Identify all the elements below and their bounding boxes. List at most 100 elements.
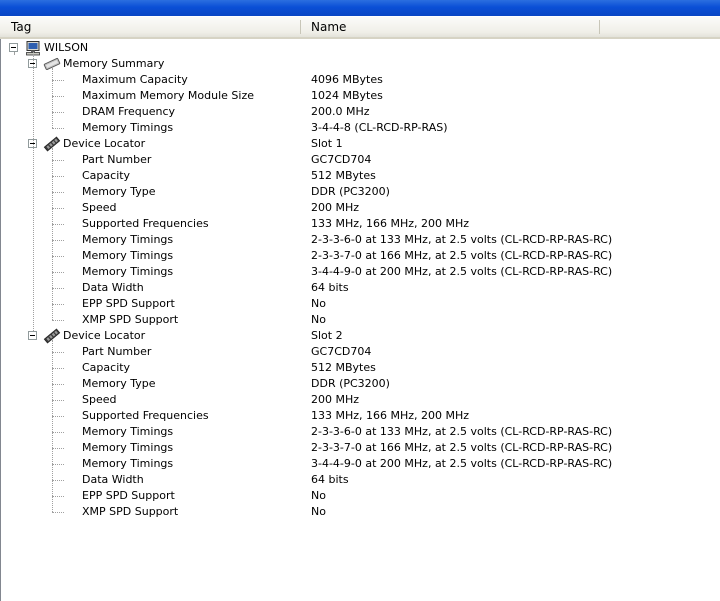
property-tag: Capacity <box>82 169 131 182</box>
column-separator[interactable] <box>300 20 301 34</box>
column-header-tag[interactable]: Tag <box>11 17 31 37</box>
property-row[interactable]: Memory Timings 3-4-4-9-0 at 200 MHz, at … <box>0 264 720 280</box>
property-row[interactable]: Speed 200 MHz <box>0 392 720 408</box>
property-row[interactable]: DRAM Frequency 200.0 MHz <box>0 104 720 120</box>
property-value: 133 MHz, 166 MHz, 200 MHz <box>311 217 470 230</box>
property-row[interactable]: EPP SPD Support No <box>0 296 720 312</box>
property-row[interactable]: Memory Timings 2-3-3-7-0 at 166 MHz, at … <box>0 248 720 264</box>
property-value: GC7CD704 <box>311 153 372 166</box>
property-value: 2-3-3-7-0 at 166 MHz, at 2.5 volts (CL-R… <box>311 249 613 262</box>
property-tag: XMP SPD Support <box>82 313 179 326</box>
property-value: DDR (PC3200) <box>311 377 390 390</box>
property-value: 64 bits <box>311 473 349 486</box>
property-tag: Part Number <box>82 153 152 166</box>
tree-line <box>14 52 15 54</box>
window-title-bar[interactable] <box>0 0 720 16</box>
property-tag: Data Width <box>82 473 144 486</box>
property-row[interactable]: Maximum Memory Module Size 1024 MBytes <box>0 88 720 104</box>
property-tag: Memory Timings <box>82 265 174 278</box>
property-value: No <box>311 505 326 518</box>
property-row[interactable]: EPP SPD Support No <box>0 488 720 504</box>
property-tag: Speed <box>82 393 117 406</box>
property-tag: DRAM Frequency <box>82 105 176 118</box>
property-value: 3-4-4-8 (CL-RCD-RP-RAS) <box>311 121 448 134</box>
property-value: 200 MHz <box>311 393 360 406</box>
property-row[interactable]: Memory Timings 3-4-4-8 (CL-RCD-RP-RAS) <box>0 120 720 136</box>
column-header: Tag Name <box>0 17 720 39</box>
tree-line <box>52 68 53 128</box>
property-tag: Memory Type <box>82 185 156 198</box>
tree-node-value: Slot 2 <box>311 329 343 342</box>
property-row[interactable]: Part Number GC7CD704 <box>0 344 720 360</box>
tree-node-memory-summary[interactable]: Memory Summary <box>0 56 720 72</box>
property-value: 2-3-3-6-0 at 133 MHz, at 2.5 volts (CL-R… <box>311 233 613 246</box>
property-value: 2-3-3-7-0 at 166 MHz, at 2.5 volts (CL-R… <box>311 441 613 454</box>
tree-node-device-locator[interactable]: Device Locator Slot 2 <box>0 328 720 344</box>
property-value: No <box>311 297 326 310</box>
column-separator[interactable] <box>599 20 600 34</box>
property-value: 2-3-3-6-0 at 133 MHz, at 2.5 volts (CL-R… <box>311 425 613 438</box>
tree-node-root[interactable]: WILSON <box>0 40 720 56</box>
property-value: 200.0 MHz <box>311 105 370 118</box>
property-tag: Memory Timings <box>82 233 174 246</box>
property-tag: EPP SPD Support <box>82 489 175 502</box>
property-row[interactable]: Maximum Capacity 4096 MBytes <box>0 72 720 88</box>
property-value: 4096 MBytes <box>311 73 383 86</box>
tree-line <box>52 148 53 320</box>
tree-node-label: WILSON <box>44 41 89 54</box>
property-row[interactable]: Memory Timings 2-3-3-6-0 at 133 MHz, at … <box>0 232 720 248</box>
property-value: 133 MHz, 166 MHz, 200 MHz <box>311 409 470 422</box>
property-row[interactable]: Data Width 64 bits <box>0 472 720 488</box>
property-tag: Memory Timings <box>82 441 174 454</box>
property-value: DDR (PC3200) <box>311 185 390 198</box>
property-row[interactable]: Capacity 512 MBytes <box>0 168 720 184</box>
tree-node-label: Memory Summary <box>63 57 165 70</box>
property-row[interactable]: Memory Timings 2-3-3-6-0 at 133 MHz, at … <box>0 424 720 440</box>
property-value: 200 MHz <box>311 201 360 214</box>
property-row[interactable]: Memory Timings 2-3-3-7-0 at 166 MHz, at … <box>0 440 720 456</box>
property-tag: Memory Timings <box>82 457 174 470</box>
collapse-toggle[interactable] <box>28 331 37 340</box>
column-header-name[interactable]: Name <box>311 17 346 37</box>
tree-node-label: Device Locator <box>63 329 146 342</box>
tree-node-device-locator[interactable]: Device Locator Slot 1 <box>0 136 720 152</box>
property-value: 64 bits <box>311 281 349 294</box>
property-row[interactable]: Memory Timings 3-4-4-9-0 at 200 MHz, at … <box>0 456 720 472</box>
tree-line <box>52 340 53 512</box>
tree-line <box>33 52 34 331</box>
property-tag: Supported Frequencies <box>82 409 209 422</box>
property-row[interactable]: Speed 200 MHz <box>0 200 720 216</box>
property-value: 1024 MBytes <box>311 89 383 102</box>
property-value: 512 MBytes <box>311 361 376 374</box>
property-value: 3-4-4-9-0 at 200 MHz, at 2.5 volts (CL-R… <box>311 265 613 278</box>
property-row[interactable]: XMP SPD Support No <box>0 312 720 328</box>
collapse-toggle[interactable] <box>9 43 18 52</box>
property-tag: EPP SPD Support <box>82 297 175 310</box>
property-row[interactable]: Capacity 512 MBytes <box>0 360 720 376</box>
property-value: GC7CD704 <box>311 345 372 358</box>
property-row[interactable]: Data Width 64 bits <box>0 280 720 296</box>
property-row[interactable]: XMP SPD Support No <box>0 504 720 520</box>
property-tag: Memory Type <box>82 377 156 390</box>
property-row[interactable]: Memory Type DDR (PC3200) <box>0 184 720 200</box>
property-row[interactable]: Supported Frequencies 133 MHz, 166 MHz, … <box>0 408 720 424</box>
property-tag: XMP SPD Support <box>82 505 179 518</box>
property-tag: Maximum Capacity <box>82 73 188 86</box>
memory-tree-view[interactable]: WILSON Memory Summary Maximum Capacity 4… <box>0 40 720 600</box>
property-tag: Capacity <box>82 361 131 374</box>
property-tag: Speed <box>82 201 117 214</box>
property-row[interactable]: Supported Frequencies 133 MHz, 166 MHz, … <box>0 216 720 232</box>
property-row[interactable]: Memory Type DDR (PC3200) <box>0 376 720 392</box>
tree-node-label: Device Locator <box>63 137 146 150</box>
property-value: 3-4-4-9-0 at 200 MHz, at 2.5 volts (CL-R… <box>311 457 613 470</box>
property-value: No <box>311 489 326 502</box>
property-value: No <box>311 313 326 326</box>
property-tag: Part Number <box>82 345 152 358</box>
property-tag: Maximum Memory Module Size <box>82 89 255 102</box>
property-tag: Data Width <box>82 281 144 294</box>
property-value: 512 MBytes <box>311 169 376 182</box>
property-tag: Memory Timings <box>82 121 174 134</box>
property-row[interactable]: Part Number GC7CD704 <box>0 152 720 168</box>
property-tag: Supported Frequencies <box>82 217 209 230</box>
property-tag: Memory Timings <box>82 249 174 262</box>
